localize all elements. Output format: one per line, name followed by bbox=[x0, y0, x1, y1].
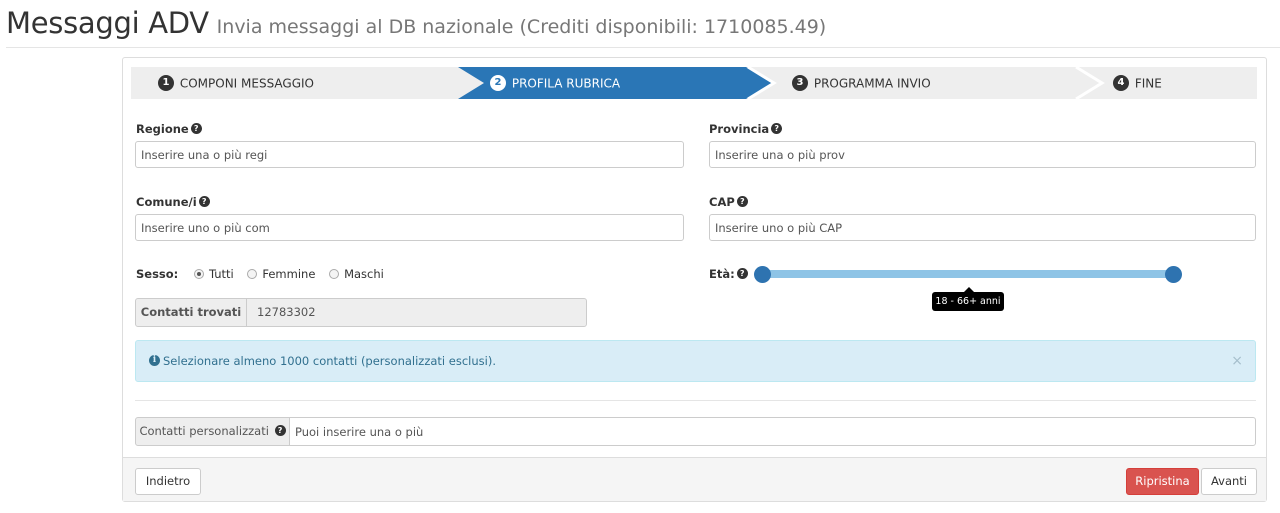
step-label: COMPONI MESSAGGIO bbox=[179, 76, 314, 91]
question-circle-icon: ? bbox=[198, 196, 210, 207]
step-compose[interactable]: 1 COMPONI MESSAGGIO bbox=[158, 67, 314, 99]
radio-maschi[interactable] bbox=[329, 268, 340, 279]
page-title: Messaggi ADV bbox=[6, 6, 209, 40]
panel-footer: Indietro Ripristina Avanti bbox=[123, 457, 1266, 501]
radio-femmine-label[interactable]: Femmine bbox=[262, 267, 315, 281]
step-profile[interactable]: 2 PROFILA RUBRICA bbox=[490, 67, 620, 99]
cap-label: CAP? bbox=[709, 195, 748, 209]
contatti-personalizzati-group: Contatti personalizzati ? bbox=[135, 417, 1256, 446]
info-circle-icon: i bbox=[149, 355, 160, 366]
comune-input[interactable] bbox=[135, 214, 684, 241]
age-slider-track[interactable] bbox=[763, 270, 1174, 278]
age-slider-tooltip: 18 - 66+ anni bbox=[932, 287, 1004, 311]
question-circle-icon: ? bbox=[736, 196, 748, 207]
question-circle-icon: ? bbox=[190, 123, 202, 134]
reset-button[interactable]: Ripristina bbox=[1126, 468, 1199, 495]
contatti-personalizzati-input[interactable] bbox=[289, 417, 1256, 446]
eta-label: Età:? bbox=[709, 267, 748, 281]
back-button[interactable]: Indietro bbox=[135, 468, 201, 495]
contatti-trovati-value: 12783302 bbox=[257, 305, 316, 319]
step-label: PROGRAMMA INVIO bbox=[813, 76, 931, 91]
question-circle-icon: ? bbox=[274, 425, 286, 436]
age-slider-min-handle[interactable] bbox=[754, 266, 771, 283]
divider bbox=[135, 400, 1256, 401]
close-icon[interactable]: × bbox=[1231, 341, 1243, 381]
step-end[interactable]: 4 FINE bbox=[1113, 67, 1162, 99]
info-alert: i Selezionare almeno 1000 contatti (perso… bbox=[135, 340, 1256, 382]
radio-tutti-label[interactable]: Tutti bbox=[209, 267, 234, 281]
radio-tutti[interactable] bbox=[193, 268, 204, 279]
sesso-radio-group: Sesso: Tutti Femmine Maschi bbox=[136, 267, 394, 283]
contatti-personalizzati-label: Contatti personalizzati ? bbox=[135, 417, 290, 446]
regione-label: Regione? bbox=[136, 122, 202, 136]
regione-input[interactable] bbox=[135, 141, 684, 168]
step-number: 3 bbox=[792, 74, 808, 91]
next-button[interactable]: Avanti bbox=[1201, 468, 1257, 495]
provincia-label: Provincia? bbox=[709, 122, 783, 136]
wizard-steps: 1 COMPONI MESSAGGIO 2 PROFILA RUBRICA 3 … bbox=[131, 67, 1257, 99]
step-number: 4 bbox=[1113, 74, 1129, 91]
wizard-panel: 1 COMPONI MESSAGGIO 2 PROFILA RUBRICA 3 … bbox=[122, 57, 1267, 502]
step-label: PROFILA RUBRICA bbox=[511, 76, 621, 91]
radio-femmine[interactable] bbox=[247, 268, 258, 279]
sesso-label: Sesso: bbox=[136, 267, 179, 281]
cap-input[interactable] bbox=[709, 214, 1256, 241]
step-label: FINE bbox=[1134, 76, 1162, 91]
comune-label: Comune/i? bbox=[136, 195, 210, 209]
step-schedule[interactable]: 3 PROGRAMMA INVIO bbox=[792, 67, 931, 99]
radio-maschi-label[interactable]: Maschi bbox=[344, 267, 384, 281]
alert-text: Selezionare almeno 1000 contatti (person… bbox=[163, 354, 496, 368]
step-number: 1 bbox=[158, 74, 174, 91]
page-header: Messaggi ADV Invia messaggi al DB nazion… bbox=[6, 6, 1280, 48]
contatti-trovati-group: Contatti trovati 12783302 bbox=[135, 298, 587, 327]
contatti-trovati-label: Contatti trovati bbox=[136, 299, 247, 326]
age-slider-max-handle[interactable] bbox=[1165, 266, 1182, 283]
question-circle-icon: ? bbox=[736, 268, 748, 279]
step-number: 2 bbox=[490, 74, 506, 91]
question-circle-icon: ? bbox=[771, 123, 783, 134]
provincia-input[interactable] bbox=[709, 141, 1256, 168]
page-subtitle: Invia messaggi al DB nazionale (Crediti … bbox=[216, 16, 827, 38]
